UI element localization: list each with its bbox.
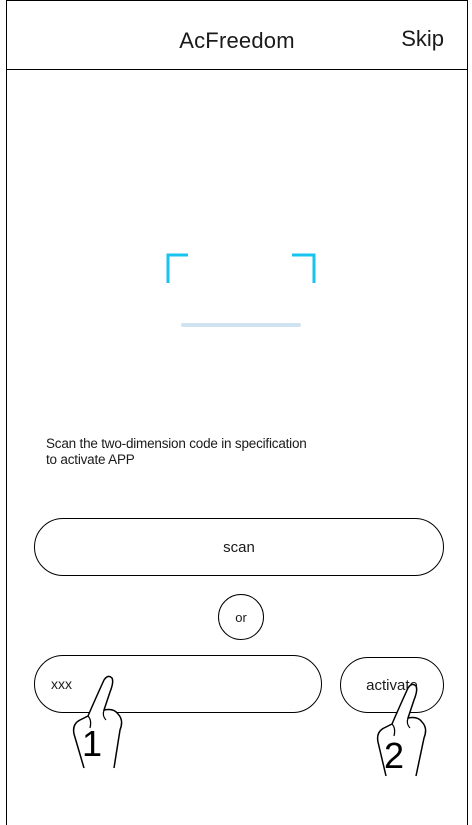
- instruction-line-1: Scan the two-dimension code in specifica…: [46, 436, 307, 451]
- or-label: or: [235, 609, 247, 625]
- activation-code-input[interactable]: xxx: [34, 655, 322, 713]
- activate-button[interactable]: activate: [340, 657, 444, 713]
- or-separator: or: [218, 594, 264, 640]
- instruction-line-2: to activate APP: [46, 452, 135, 467]
- activation-code-value: xxx: [51, 676, 72, 692]
- activate-button-label: activate: [366, 676, 418, 694]
- app-header: AcFreedom Skip: [6, 0, 468, 70]
- qr-scan-frame-icon: [166, 253, 316, 283]
- scan-button[interactable]: scan: [34, 518, 444, 576]
- scan-button-label: scan: [223, 538, 255, 556]
- scan-line: [181, 323, 301, 327]
- instruction-text: Scan the two-dimension code in specifica…: [46, 436, 426, 468]
- skip-button[interactable]: Skip: [401, 26, 444, 52]
- page-title: AcFreedom: [179, 28, 295, 53]
